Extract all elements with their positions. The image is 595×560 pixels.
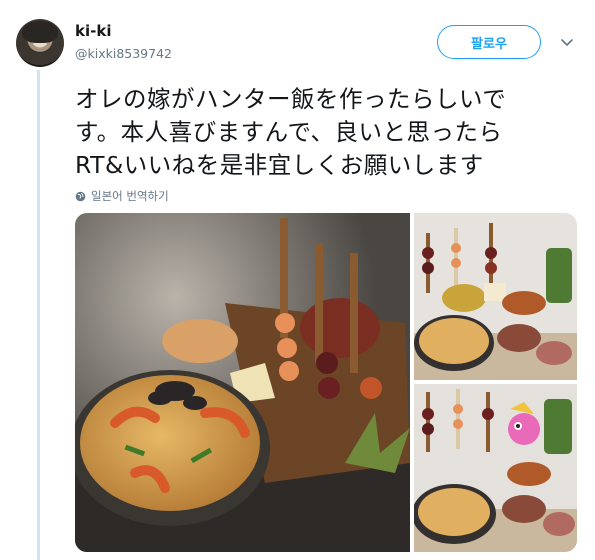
follow-button[interactable]: 팔로우 (437, 25, 541, 59)
tweet-text-line: す。本人喜びますんで、良いと思ったら (75, 118, 503, 146)
photo-bottom-right[interactable] (414, 384, 577, 552)
tweet-text-line: RT&いいねを是非宜しくお願いします (75, 151, 484, 179)
translate-label: 일본어 번역하기 (91, 189, 169, 203)
avatar[interactable] (16, 19, 64, 67)
user-handle[interactable]: @kixki8539742 (75, 46, 172, 61)
photo-top-right[interactable] (414, 213, 577, 380)
tweet-text: オレの嫁がハンター飯を作ったらしいで す。本人喜びますんで、良いと思ったら RT… (75, 83, 580, 182)
photo-main[interactable] (75, 213, 410, 552)
media-grid (75, 213, 577, 552)
chevron-down-icon[interactable] (559, 34, 575, 50)
tweet-text-line: オレの嫁がハンター飯を作ったらしいで (75, 85, 507, 113)
thread-line (37, 70, 40, 560)
translate-link[interactable]: 일본어 번역하기 (75, 188, 169, 204)
globe-icon (75, 191, 86, 201)
user-name[interactable]: ki-ki (75, 22, 111, 40)
